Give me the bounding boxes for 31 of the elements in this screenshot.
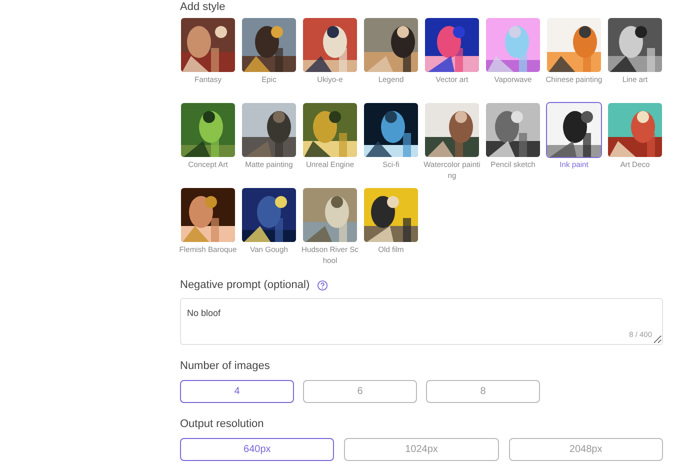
option-button[interactable]: 1024px (344, 438, 499, 461)
style-thumbnail[interactable] (180, 187, 236, 243)
section-title: Negative prompt (optional) (180, 278, 310, 292)
option-button[interactable]: 8 (426, 380, 540, 403)
style-thumbnail[interactable] (180, 102, 236, 158)
style-thumbnail[interactable] (424, 102, 480, 158)
style-thumbnail[interactable] (607, 17, 663, 73)
section-title: Add style (180, 0, 226, 14)
style-thumbnail[interactable] (424, 17, 480, 73)
style-thumbnail[interactable] (302, 187, 358, 243)
style-thumbnail[interactable] (546, 17, 602, 73)
style-thumbnail[interactable] (546, 102, 602, 158)
help-icon[interactable] (316, 280, 328, 290)
option-button[interactable]: 4 (180, 380, 294, 403)
option-button[interactable]: 2048px (508, 438, 663, 461)
style-thumbnail[interactable] (363, 102, 419, 158)
style-thumbnail[interactable] (485, 17, 541, 73)
style-thumbnail[interactable] (241, 17, 297, 73)
style-thumbnail[interactable] (180, 17, 236, 73)
style-thumbnail[interactable] (241, 187, 297, 243)
style-thumbnail[interactable] (302, 102, 358, 158)
section-title: Output resolution (180, 417, 265, 431)
style-thumbnail[interactable] (302, 17, 358, 73)
style-thumbnail[interactable] (485, 102, 541, 158)
style-thumbnail[interactable] (363, 17, 419, 73)
style-thumbnail[interactable] (363, 187, 419, 243)
option-button[interactable]: 6 (303, 380, 417, 403)
style-thumbnail[interactable] (241, 102, 297, 158)
section-title: Number of images (180, 359, 271, 373)
option-button[interactable]: 640px (180, 438, 334, 461)
style-thumbnail[interactable] (607, 102, 663, 158)
